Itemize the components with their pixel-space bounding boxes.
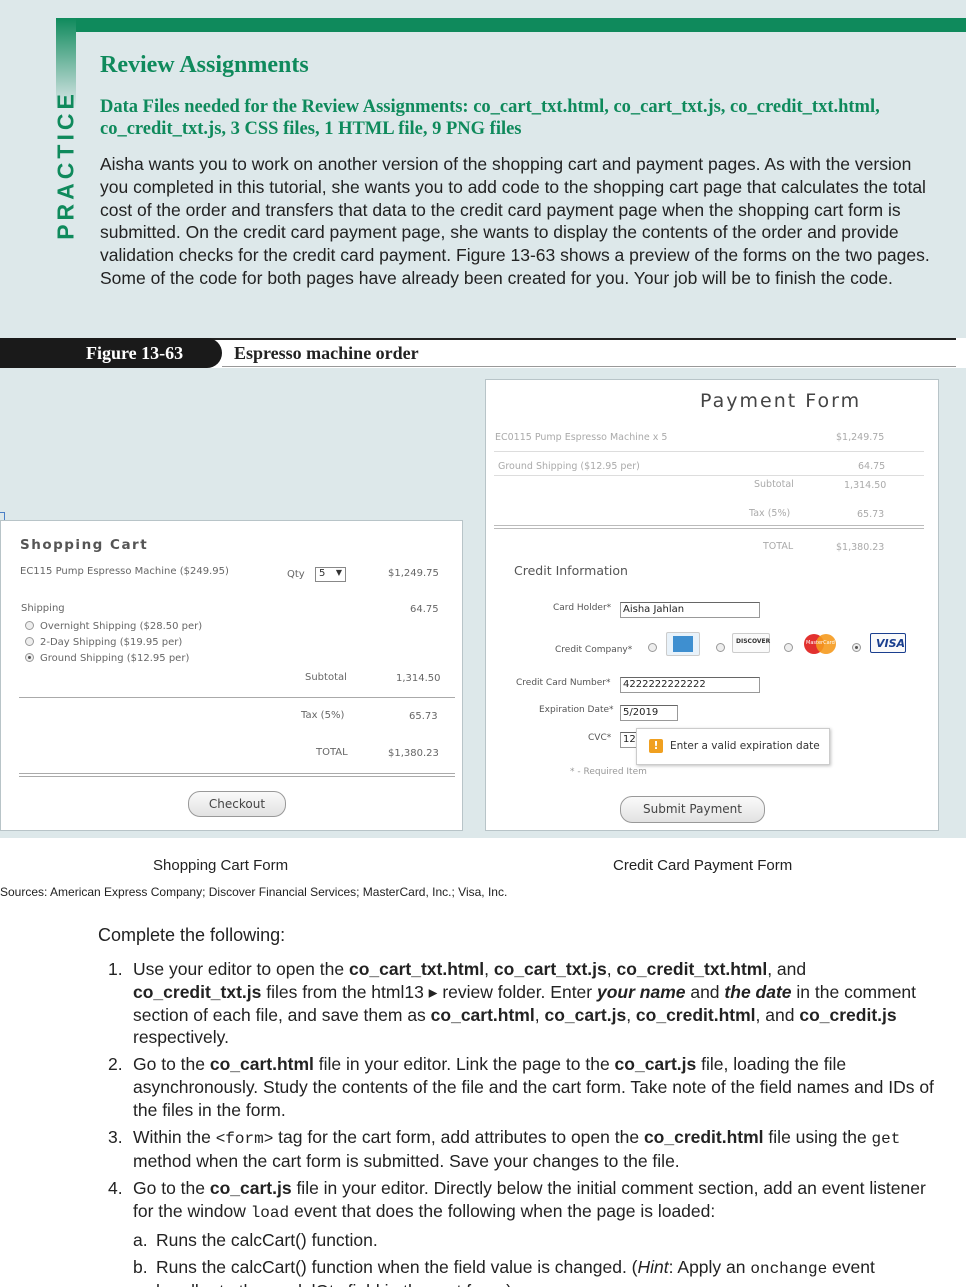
payment-shipping: Ground Shipping ($12.95 per) [498,461,640,472]
subtotal-value: 1,314.50 [396,673,441,684]
mastercard-icon: MasterCard [802,633,840,655]
payment-subtotal-label: Subtotal [754,479,794,490]
validation-tooltip: ! Enter a valid expiration date [636,728,830,765]
qty-select[interactable]: 5 ▼ [315,567,346,582]
chevron-down-icon: ▼ [335,568,342,577]
subtotal-label: Subtotal [305,672,347,683]
tax-label: Tax (5%) [301,710,345,721]
divider [19,776,455,777]
payment-item-total: $1,249.75 [836,432,885,443]
checkout-button[interactable]: Checkout [188,791,286,817]
divider [19,697,455,698]
expiration-label: Expiration Date* [539,705,614,715]
step-3: 3. Within the <form> tag for the cart for… [108,1126,901,1172]
radio-mastercard[interactable] [784,643,793,652]
step-4: 4. Go to the co_cart.js file in your edit… [108,1178,926,1222]
radio-ground[interactable] [25,653,34,662]
sources-note: Sources: American Express Company; Disco… [0,885,508,899]
shopping-cart-panel: Shopping Cart EC115 Pump Espresso Machin… [0,520,463,831]
payment-title: Payment Form [700,390,862,412]
payment-form-panel: Payment Form EC0115 Pump Espresso Machin… [485,379,939,831]
discover-card-icon: DISCOVER [732,633,770,653]
payment-shipping-total: 64.75 [858,461,886,472]
radio-visa[interactable] [852,643,861,652]
card-number-label: Credit Card Number* [516,678,611,688]
divider [19,773,455,774]
payment-total-label: TOTAL [763,541,794,552]
total-label: TOTAL [316,747,348,758]
payment-subtotal: 1,314.50 [844,480,887,491]
cart-item-total: $1,249.75 [388,568,439,579]
warning-icon: ! [649,739,663,753]
amex-logo [673,636,693,652]
step-4b: b. Runs the calcCart() function when the … [133,1256,875,1287]
step-2: 2. Go to the co_cart.html file in your ed… [108,1054,934,1120]
amex-card-icon [666,632,700,656]
cart-title: Shopping Cart [20,537,149,553]
radio-2day[interactable] [25,637,34,646]
complete-heading: Complete the following: [98,925,286,945]
required-note: * - Required Item [570,767,647,777]
card-number-input[interactable]: 4222222222222 [620,677,760,693]
step-4a: a. Runs the calcCart() function. [133,1229,378,1250]
radio-overnight[interactable] [25,621,34,630]
payment-total: $1,380.23 [836,542,885,553]
figure-underline [222,366,956,367]
credit-company-label: Credit Company* [555,645,633,655]
option-overnight: Overnight Shipping ($28.50 per) [40,621,203,632]
cart-item: EC115 Pump Espresso Machine ($249.95) [20,566,229,577]
card-holder-input[interactable]: Aisha Jahlan [620,602,760,618]
steps-list: 1. Use your editor to open the co_cart_tx… [108,958,938,1287]
radio-discover[interactable] [716,643,725,652]
practice-side-tab: PRACTICE [52,90,79,240]
qty-label: Qty [287,569,305,580]
section-title: Review Assignments [100,52,309,78]
divider [494,525,924,526]
caption-cart: Shopping Cart Form [153,857,289,874]
credit-heading: Credit Information [514,563,628,578]
payment-item: EC0115 Pump Espresso Machine x 5 [495,432,668,443]
green-rule [56,18,966,32]
figure-label-tab: Figure 13-63 [0,338,222,368]
figure-title: Espresso machine order [234,343,419,363]
tax-value: 65.73 [409,711,438,722]
tooltip-text: Enter a valid expiration date [670,740,820,752]
data-files-note: Data Files needed for the Review Assignm… [100,97,880,139]
divider [494,475,924,476]
option-2day: 2-Day Shipping ($19.95 per) [40,637,183,648]
visa-card-icon: VISA [870,633,906,653]
shipping-label: Shipping [21,603,65,614]
intro-paragraph: Aisha wants you to work on another versi… [100,154,930,288]
divider [494,451,924,452]
payment-tax: 65.73 [857,509,885,520]
divider [494,528,924,529]
shipping-total: 64.75 [410,604,439,615]
cvc-label: CVC* [588,733,612,743]
caption-payment: Credit Card Payment Form [613,857,793,874]
total-value: $1,380.23 [388,748,439,759]
expiration-input[interactable]: 5/2019 [620,705,678,721]
step-1: 1. Use your editor to open the co_cart_tx… [108,959,917,1048]
submit-payment-button[interactable]: Submit Payment [620,796,765,823]
payment-tax-label: Tax (5%) [749,508,791,519]
option-ground: Ground Shipping ($12.95 per) [40,653,190,664]
radio-amex[interactable] [648,643,657,652]
card-holder-label: Card Holder* [553,603,612,613]
